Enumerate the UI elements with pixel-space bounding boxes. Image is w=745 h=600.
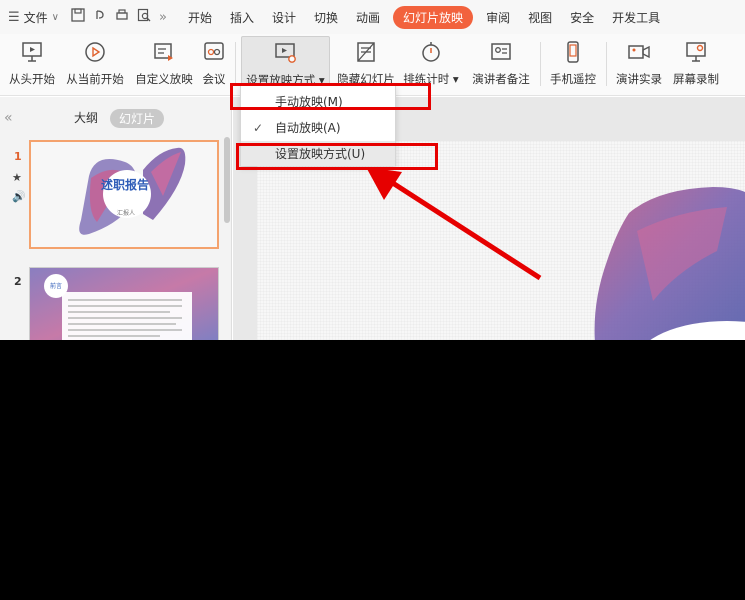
- ribbon-tabs: 开始 插入 设计 切换 动画 幻灯片放映 审阅 视图 安全 开发工具: [179, 5, 669, 29]
- tab-developer[interactable]: 开发工具: [603, 6, 669, 29]
- tab-home[interactable]: 开始: [179, 6, 221, 29]
- video-record-icon: [626, 39, 652, 65]
- file-menu-label: 文件: [23, 10, 48, 25]
- animation-star-icon: ★: [12, 171, 22, 184]
- meeting-label: 会议: [202, 72, 226, 86]
- slide-thumbnail-2[interactable]: 前言: [29, 267, 219, 340]
- slide-1-artwork: [31, 142, 217, 247]
- tab-security[interactable]: 安全: [561, 6, 603, 29]
- slide-2-title: 前言: [50, 283, 63, 290]
- hamburger-icon: ☰: [8, 9, 20, 25]
- video-record-button[interactable]: 演讲实录: [613, 36, 665, 92]
- custom-show-icon: [151, 39, 177, 65]
- phone-remote-button[interactable]: 手机遥控: [547, 36, 599, 92]
- play-from-current-button[interactable]: 从当前开始: [64, 36, 126, 92]
- more-icon[interactable]: »: [159, 10, 167, 25]
- slide-canvas[interactable]: [257, 141, 745, 340]
- slideshow-settings-icon: [273, 40, 299, 66]
- slide-2-artwork: [30, 268, 218, 340]
- print-icon[interactable]: [115, 8, 129, 26]
- slides-panel-scrollbar[interactable]: [224, 137, 230, 223]
- file-menu[interactable]: ☰ 文件 ∨: [8, 9, 59, 26]
- menu-bar: ☰ 文件 ∨ » 开始 插入 设计 切换 动画 幻灯片放映 审阅 视图 安全 开…: [0, 0, 745, 34]
- custom-show-button[interactable]: 自定义放映: [133, 36, 195, 92]
- ribbon-separator: [235, 42, 236, 86]
- tab-insert[interactable]: 插入: [221, 6, 263, 29]
- auto-show-item[interactable]: ✓ 自动放映(A): [241, 115, 395, 140]
- play-from-current-label: 从当前开始: [66, 72, 124, 86]
- slides-panel: « 大纲 幻灯片 1 ★ 🔊 述职报告 汇报人 2 前言: [0, 97, 232, 340]
- slide-number: 2: [14, 275, 22, 288]
- slide-thumbnail-1[interactable]: 述职报告 汇报人: [29, 140, 219, 249]
- meeting-icon: [201, 39, 227, 65]
- save-icon[interactable]: [71, 8, 85, 26]
- play-from-start-button[interactable]: 从头开始: [6, 36, 58, 92]
- play-from-start-icon: [19, 39, 45, 65]
- meeting-button[interactable]: 会议: [199, 36, 229, 92]
- custom-show-label: 自定义放映: [135, 72, 193, 86]
- speaker-notes-label: 演讲者备注: [472, 72, 530, 86]
- sound-icon: 🔊: [12, 190, 26, 203]
- slide-artwork: [594, 187, 745, 340]
- slide-1-subtitle: 汇报人: [117, 210, 136, 217]
- annotation-box-setup: [236, 143, 438, 170]
- phone-remote-icon: [560, 39, 586, 65]
- speaker-notes-icon: [488, 39, 514, 65]
- chevron-down-icon: ∨: [51, 11, 59, 23]
- speaker-notes-button[interactable]: 演讲者备注: [469, 36, 533, 92]
- print-preview-icon[interactable]: [137, 8, 151, 26]
- undo-icon[interactable]: [93, 8, 107, 26]
- quick-access-toolbar: »: [71, 8, 167, 26]
- tab-animation[interactable]: 动画: [347, 6, 389, 29]
- screen-record-icon: [683, 39, 709, 65]
- hide-slide-icon: [353, 39, 379, 65]
- play-circle-icon: [82, 39, 108, 65]
- slide-1-title: 述职报告: [101, 178, 150, 192]
- tab-outline[interactable]: 大纲: [74, 109, 98, 126]
- stopwatch-icon: [418, 39, 444, 65]
- ribbon-separator: [606, 42, 607, 86]
- tab-design[interactable]: 设计: [263, 6, 305, 29]
- phone-remote-label: 手机遥控: [550, 72, 596, 86]
- play-from-start-label: 从头开始: [9, 72, 55, 86]
- video-record-label: 演讲实录: [616, 72, 662, 86]
- ribbon-separator: [540, 42, 541, 86]
- tab-slides[interactable]: 幻灯片: [110, 109, 165, 128]
- tab-review[interactable]: 审阅: [477, 6, 519, 29]
- screen-record-button[interactable]: 屏幕录制: [670, 36, 722, 92]
- screen-record-label: 屏幕录制: [673, 72, 719, 86]
- slide-number: 1: [14, 150, 22, 163]
- checkmark-icon: ✓: [253, 120, 264, 135]
- collapse-panel-icon[interactable]: «: [4, 110, 13, 126]
- tab-view[interactable]: 视图: [519, 6, 561, 29]
- tab-transitions[interactable]: 切换: [305, 6, 347, 29]
- tab-slideshow[interactable]: 幻灯片放映: [393, 5, 474, 29]
- app-window: ☰ 文件 ∨ » 开始 插入 设计 切换 动画 幻灯片放映 审阅 视图 安全 开…: [0, 0, 745, 340]
- auto-show-label: 自动放映(A): [275, 121, 341, 135]
- annotation-box-manual: [230, 83, 431, 110]
